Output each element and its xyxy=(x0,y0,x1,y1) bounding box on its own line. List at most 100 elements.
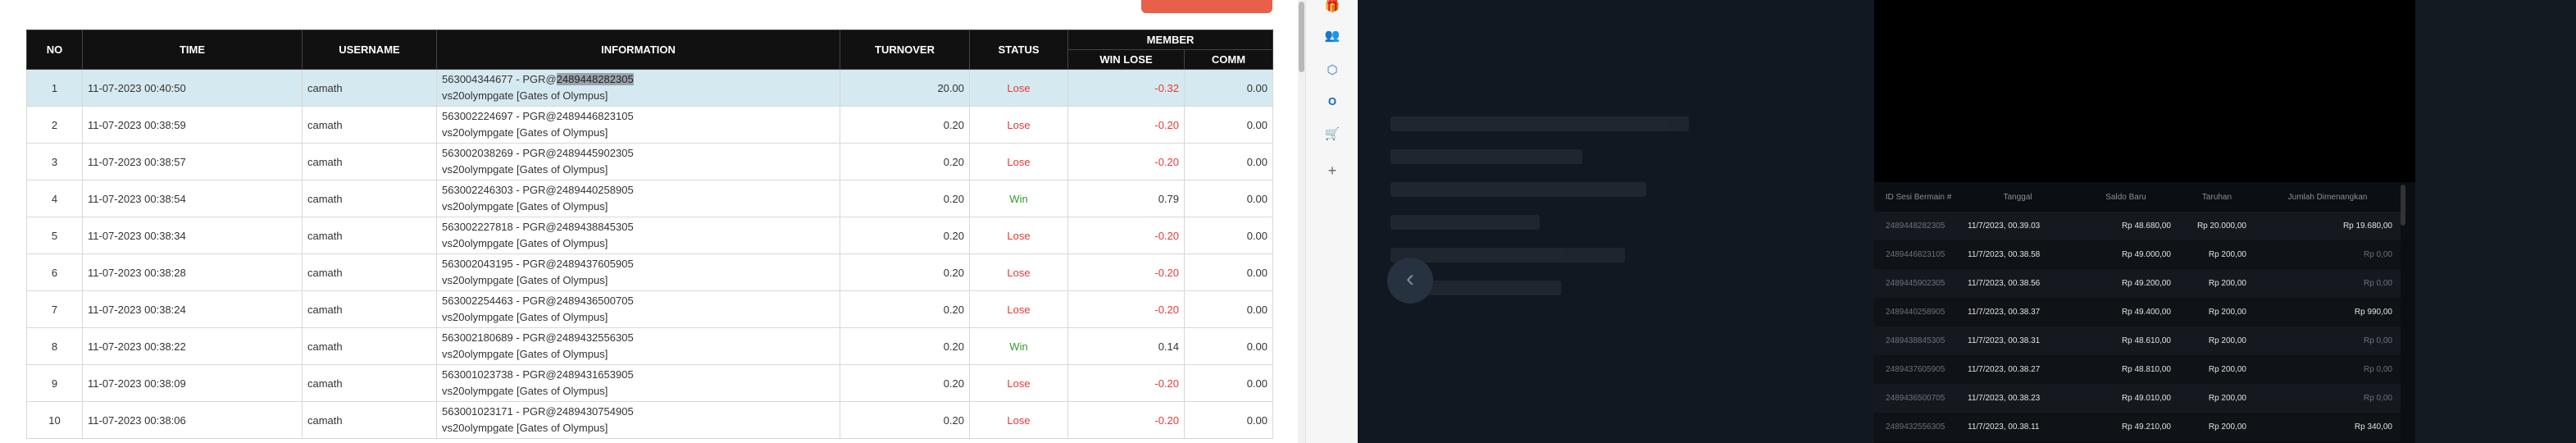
col-turnover[interactable]: TURNOVER xyxy=(840,30,970,70)
hexagon-icon[interactable]: ⬡ xyxy=(1324,62,1340,79)
info-id: 563002038269 - PGR@2489445902305 xyxy=(442,147,634,159)
row-turnover: 0.20 xyxy=(840,364,970,402)
hist-bet: Rp 200,00 xyxy=(2179,413,2255,441)
table-row[interactable]: 2 11-07-2023 00:38:59 camath 563002224697 -… xyxy=(26,106,1273,144)
history-row[interactable]: 2489437605905 11/7/2023, 00.38.27 Rp 48.81… xyxy=(1874,355,2401,384)
row-time: 11-07-2023 00:38:22 xyxy=(82,327,303,365)
hist-id: 2489438845305 xyxy=(1874,327,1963,355)
info-id: 563001023171 - PGR@2489430754905 xyxy=(442,405,634,418)
table-row[interactable]: 10 11-07-2023 00:38:06 camath 563001023171 … xyxy=(26,401,1273,439)
row-time: 11-07-2023 00:38:28 xyxy=(82,253,303,291)
table-row[interactable]: 4 11-07-2023 00:38:54 camath 563002246303 -… xyxy=(26,180,1273,217)
col-status[interactable]: STATUS xyxy=(969,30,1068,70)
history-row[interactable]: 2489436500705 11/7/2023, 00.38.23 Rp 49.01… xyxy=(1874,384,2401,413)
row-status: Win xyxy=(969,180,1068,217)
row-information: 563002246303 - PGR@2489440258905 vs20olym… xyxy=(436,180,840,217)
cart-icon[interactable]: 🛒 xyxy=(1324,126,1340,143)
row-turnover: 0.20 xyxy=(840,143,970,180)
row-win-lose: -0.20 xyxy=(1067,364,1185,402)
info-game: vs20olympgate [Gates of Olympus] xyxy=(442,163,608,176)
hist-bet: Rp 200,00 xyxy=(2179,384,2255,413)
row-information: 563002254463 - PGR@2489436500705 vs20olym… xyxy=(436,290,840,328)
hist-win: Rp 990,00 xyxy=(2255,298,2401,327)
row-status: Win xyxy=(969,327,1068,365)
row-time: 11-07-2023 00:38:57 xyxy=(82,143,303,180)
col-member: MEMBER xyxy=(1067,30,1273,50)
row-time: 11-07-2023 00:38:06 xyxy=(82,401,303,439)
col-win-lose[interactable]: WIN LOSE xyxy=(1067,49,1185,70)
row-turnover: 0.20 xyxy=(840,253,970,291)
table-row[interactable]: 9 11-07-2023 00:38:09 camath 563001023738 -… xyxy=(26,364,1273,402)
outlook-icon[interactable]: O xyxy=(1324,94,1340,110)
row-information: 563002038269 - PGR@2489445902305 vs20olym… xyxy=(436,143,840,180)
row-information: 563002224697 - PGR@2489446823105 vs20olym… xyxy=(436,106,840,144)
row-win-lose: -0.20 xyxy=(1067,401,1185,439)
info-id: 563002043195 - PGR@2489437605905 xyxy=(442,258,634,270)
row-information: 563001023738 - PGR@2489431653905 vs20olym… xyxy=(436,364,840,402)
col-no[interactable]: NO xyxy=(26,30,83,70)
hist-win: Rp 19.680,00 xyxy=(2255,212,2401,240)
left-scrollbar[interactable] xyxy=(1298,0,1305,443)
game-window: ‹ ID Sesi Bermain # Tanggal Saldo Baru T… xyxy=(1358,0,2576,443)
gift-icon[interactable]: 🎁 xyxy=(1324,0,1340,15)
row-username: camath xyxy=(302,290,437,328)
table-row[interactable]: 5 11-07-2023 00:38:34 camath 563002227818 -… xyxy=(26,217,1273,254)
row-no: 10 xyxy=(26,401,83,439)
history-row[interactable]: 2489440258905 11/7/2023, 00.38.37 Rp 49.40… xyxy=(1874,298,2401,327)
scrollbar-thumb[interactable] xyxy=(1299,2,1304,72)
row-username: camath xyxy=(302,106,437,144)
game-history-table: ID Sesi Bermain # Tanggal Saldo Baru Tar… xyxy=(1874,182,2401,441)
table-row[interactable]: 7 11-07-2023 00:38:24 camath 563002254463 -… xyxy=(26,290,1273,328)
col-username[interactable]: USERNAME xyxy=(302,30,437,70)
hist-id: 2489445902305 xyxy=(1874,269,1963,298)
table-row[interactable]: 3 11-07-2023 00:38:57 camath 563002038269 -… xyxy=(26,143,1273,180)
info-game: vs20olympgate [Gates of Olympus] xyxy=(442,311,608,323)
history-row[interactable]: 2489446823105 11/7/2023, 00.38.58 Rp 49.00… xyxy=(1874,240,2401,269)
table-row[interactable]: 1 11-07-2023 00:40:50 camath 563004344677 -… xyxy=(26,69,1273,107)
info-id: 563002227818 - PGR@2489438845305 xyxy=(442,221,634,233)
hist-col-date: Tanggal xyxy=(2003,192,2032,202)
previous-arrow-button[interactable]: ‹ xyxy=(1387,258,1433,304)
history-scrollbar[interactable] xyxy=(2401,185,2405,226)
row-username: camath xyxy=(302,327,437,365)
table-row[interactable]: 8 11-07-2023 00:38:22 camath 563002180689 -… xyxy=(26,327,1273,365)
row-comm: 0.00 xyxy=(1184,106,1273,144)
hist-id: 2489432556305 xyxy=(1874,413,1963,441)
info-id: 563001023738 - PGR@2489431653905 xyxy=(442,368,634,381)
row-username: camath xyxy=(302,364,437,402)
action-button[interactable] xyxy=(1141,0,1272,13)
people-icon[interactable]: 👥 xyxy=(1324,28,1340,44)
row-no: 2 xyxy=(26,106,83,144)
row-no: 6 xyxy=(26,253,83,291)
row-win-lose: -0.20 xyxy=(1067,143,1185,180)
col-information[interactable]: INFORMATION xyxy=(436,30,840,70)
hist-balance: Rp 49.000,00 xyxy=(2073,240,2179,269)
history-row[interactable]: 2489445902305 11/7/2023, 00.38.56 Rp 49.20… xyxy=(1874,269,2401,298)
row-no: 7 xyxy=(26,290,83,328)
row-comm: 0.00 xyxy=(1184,217,1273,254)
history-row[interactable]: 2489438845305 11/7/2023, 00.38.31 Rp 48.61… xyxy=(1874,327,2401,355)
hist-balance: Rp 48.680,00 xyxy=(2073,212,2179,240)
hist-balance: Rp 48.810,00 xyxy=(2073,355,2179,384)
hist-date: 11/7/2023, 00.38.23 xyxy=(1963,384,2073,413)
history-row[interactable]: 2489432556305 11/7/2023, 00.38.11 Rp 49.21… xyxy=(1874,413,2401,441)
row-comm: 0.00 xyxy=(1184,327,1273,365)
row-turnover: 0.20 xyxy=(840,401,970,439)
plus-icon[interactable]: + xyxy=(1324,162,1340,179)
row-status: Lose xyxy=(969,401,1068,439)
info-id: 563002180689 - PGR@2489432556305 xyxy=(442,331,634,344)
col-time[interactable]: TIME xyxy=(82,30,303,70)
col-comm[interactable]: COMM xyxy=(1184,49,1273,70)
extension-sidebar: 🎁 👥 ⬡ O 🛒 + xyxy=(1305,0,1359,443)
hist-id: 2489437605905 xyxy=(1874,355,1963,384)
row-no: 8 xyxy=(26,327,83,365)
row-turnover: 0.20 xyxy=(840,217,970,254)
table-row[interactable]: 6 11-07-2023 00:38:28 camath 563002043195 -… xyxy=(26,253,1273,291)
hist-id: 2489436500705 xyxy=(1874,384,1963,413)
hist-id: 2489448282305 xyxy=(1874,212,1963,240)
hist-win: Rp 0,00 xyxy=(2255,327,2401,355)
hist-bet: Rp 200,00 xyxy=(2179,327,2255,355)
hist-bet: Rp 200,00 xyxy=(2179,355,2255,384)
history-row[interactable]: 2489448282305 11/7/2023, 00.39.03 Rp 48.68… xyxy=(1874,212,2401,240)
row-status: Lose xyxy=(969,253,1068,291)
